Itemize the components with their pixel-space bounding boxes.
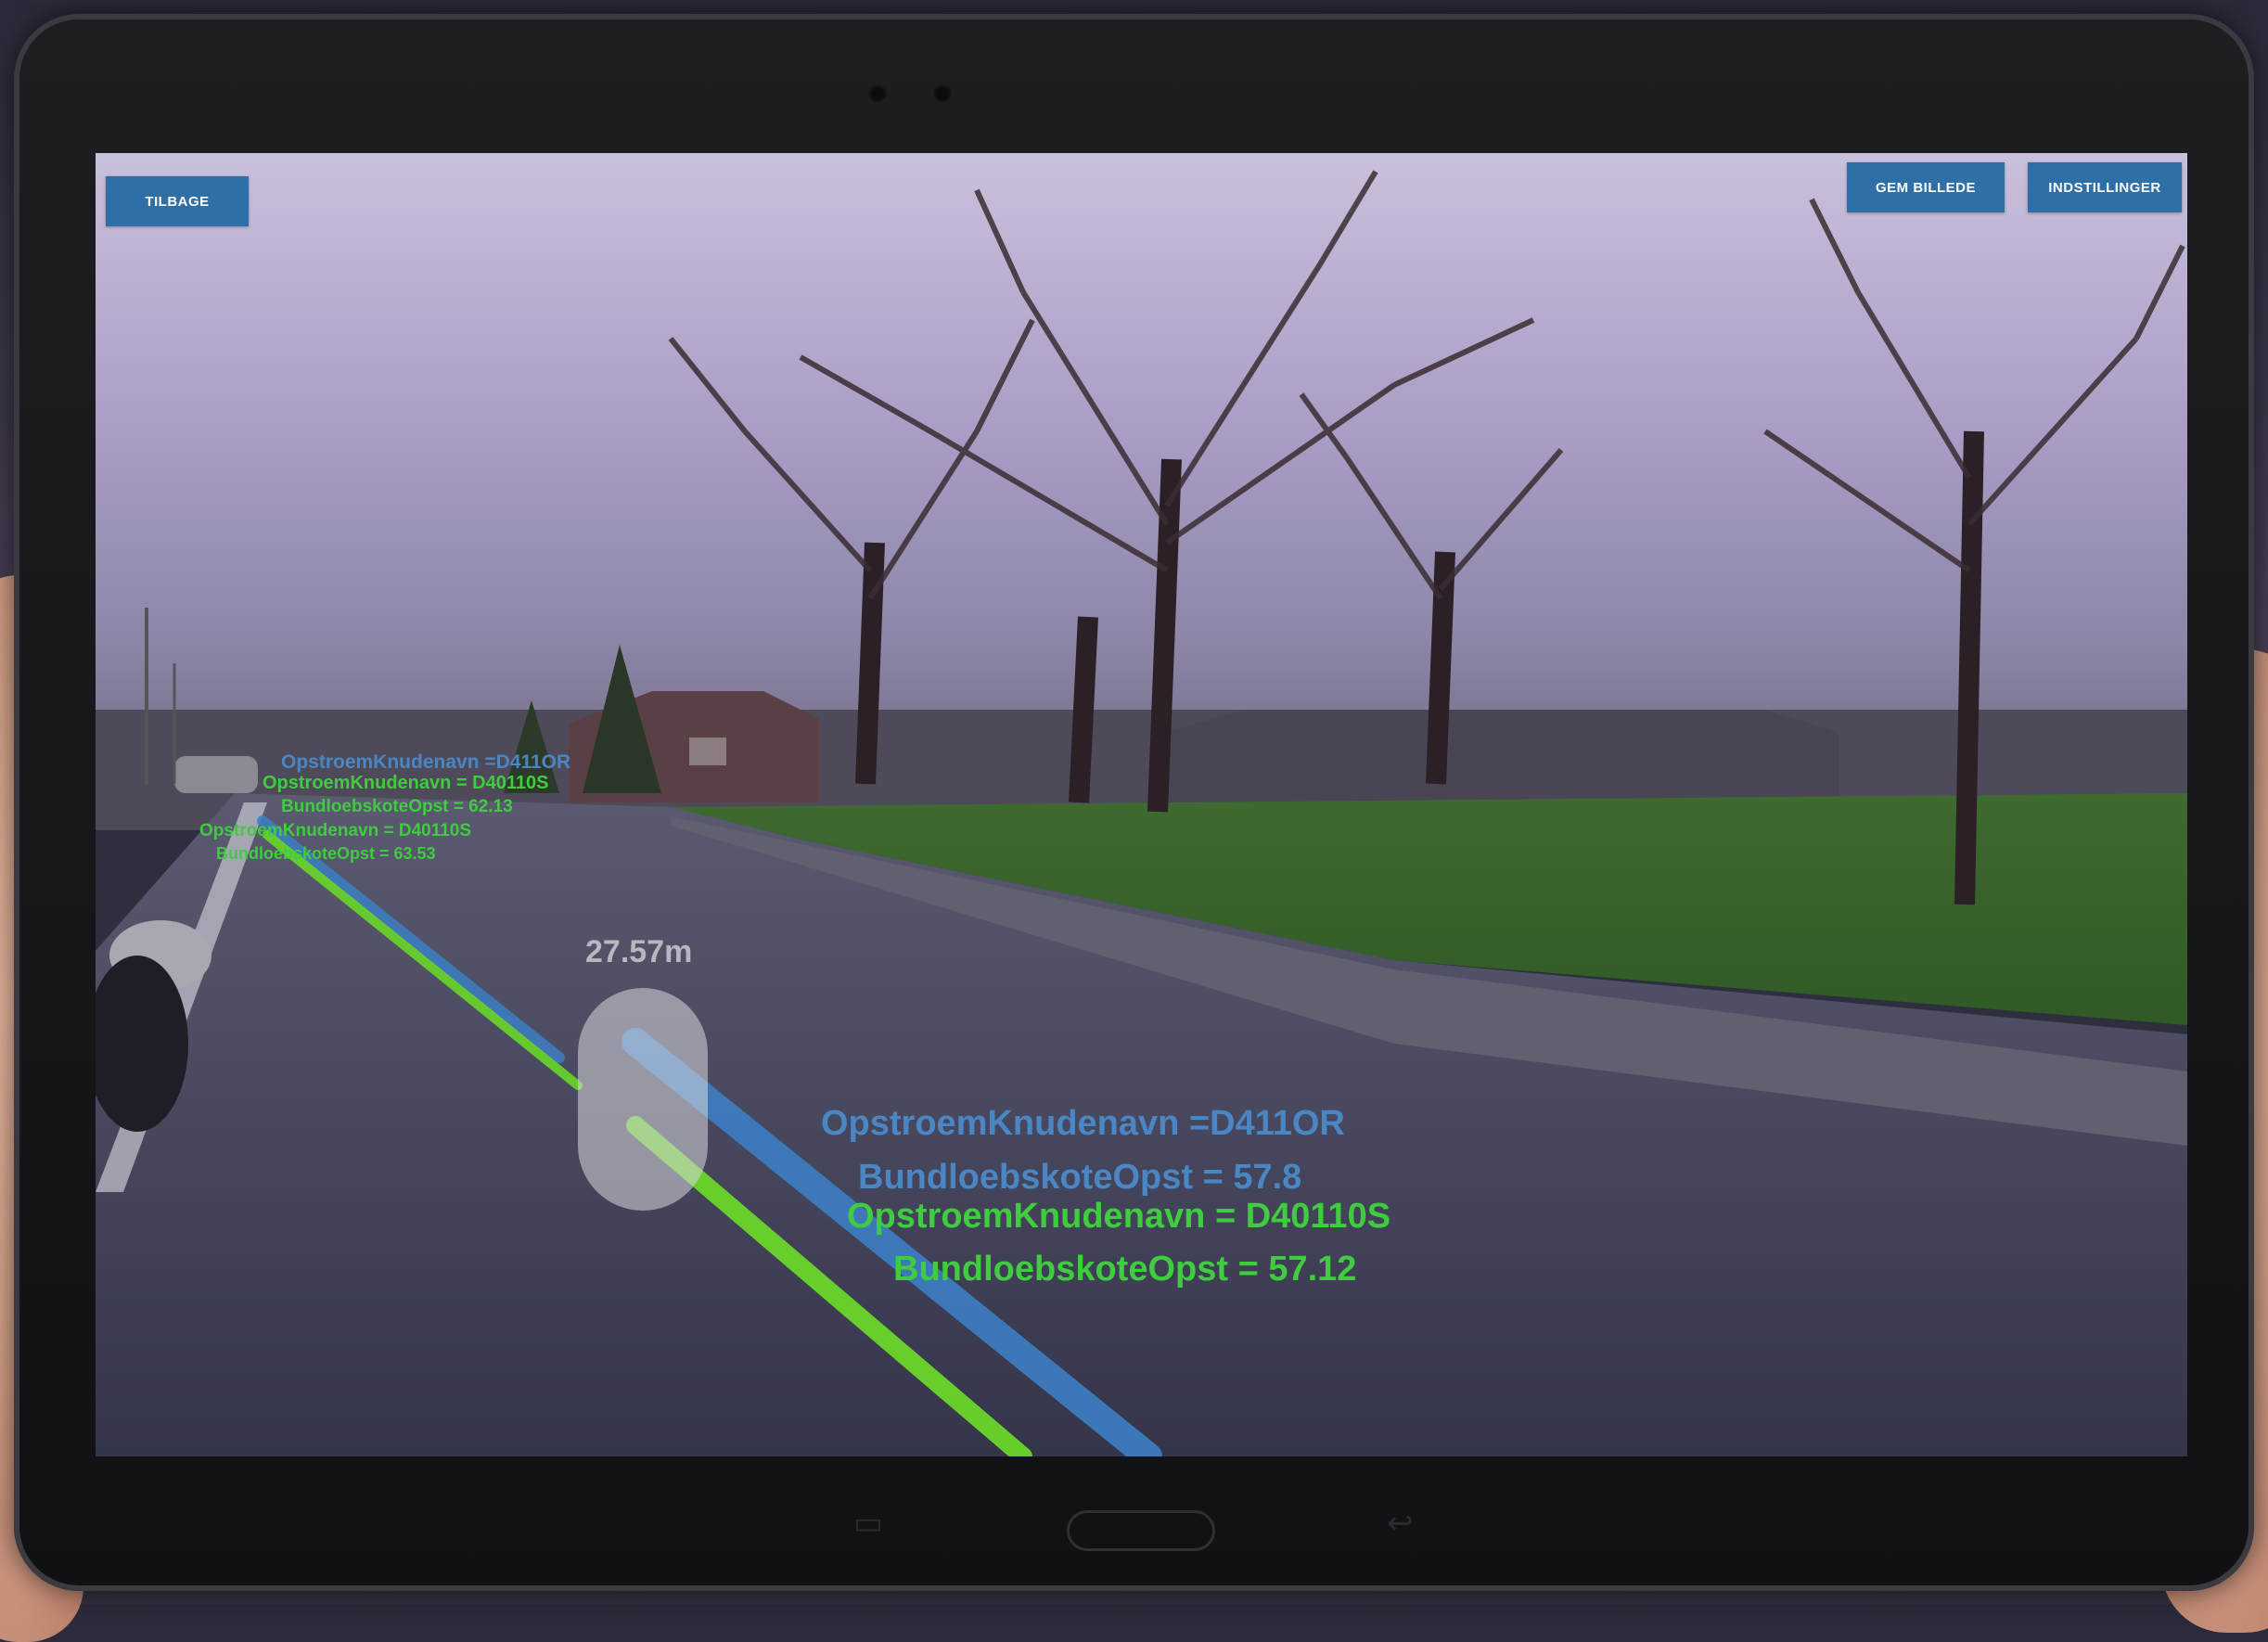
far-blue-elevation-label: BundloebskoteOpst = 62.13 bbox=[281, 797, 513, 816]
back-key-icon[interactable]: ↩ bbox=[1387, 1505, 1414, 1542]
near-blue-elevation-label: BundloebskoteOpst = 57.8 bbox=[858, 1158, 1302, 1197]
far-blue-node-label: OpstroemKnudenavn =D411OR bbox=[281, 751, 571, 773]
far-green-node-label: OpstroemKnudenavn = D40110S bbox=[263, 773, 549, 793]
home-button[interactable] bbox=[1067, 1510, 1215, 1551]
near-green-elevation-label: BundloebskoteOpst = 57.12 bbox=[893, 1250, 1357, 1289]
front-sensor bbox=[932, 83, 953, 104]
far-green-node-label-2: OpstroemKnudenavn = D40110S bbox=[199, 821, 472, 840]
front-camera bbox=[867, 83, 888, 104]
back-button[interactable]: TILBAGE bbox=[106, 176, 249, 226]
settings-button[interactable]: INDSTILLINGER bbox=[2028, 162, 2182, 212]
far-green-elevation-label: BundloebskoteOpst = 63.53 bbox=[216, 844, 436, 863]
near-blue-node-label: OpstroemKnudenavn =D411OR bbox=[821, 1104, 1345, 1143]
near-green-node-label: OpstroemKnudenavn = D40110S bbox=[847, 1197, 1391, 1236]
distance-label: 27.57m bbox=[585, 934, 693, 969]
recent-apps-icon[interactable]: ▭ bbox=[853, 1505, 883, 1542]
save-image-button[interactable]: GEM BILLEDE bbox=[1847, 162, 2005, 212]
ar-camera-view: TILBAGE GEM BILLEDE INDSTILLINGER 27.57m… bbox=[96, 153, 2187, 1456]
